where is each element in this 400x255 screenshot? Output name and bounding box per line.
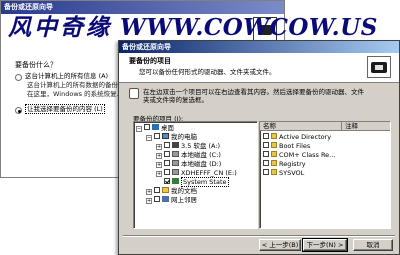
back-question-text: 要备份什么？ — [15, 61, 57, 69]
instruction-line-2: 夹或文件旁的复选框。 — [143, 96, 208, 104]
tree-item-system-state[interactable]: System State — [164, 177, 229, 187]
tree-item-label: 本地磁盘 (D:) — [181, 160, 222, 168]
dialog-header-subtitle: 您可以备份任何形式的驱动器、文件夹或文件。 — [139, 68, 276, 76]
list-item-label: Active Directory — [279, 133, 332, 141]
list-item-label: SYSVOL — [279, 169, 305, 177]
instruction-line-1: 在左边双击一个项目可以在右边查看其内容。然后选择要备份的驱动器、文件 — [143, 88, 364, 96]
tree-item-label: 我的文档 — [171, 187, 197, 195]
instruction-text: 在左边双击一个项目可以在右边查看其内容。然后选择要备份的驱动器、文件 夹或文件旁… — [143, 88, 393, 104]
network-places-icon — [162, 196, 169, 202]
floppy-icon — [172, 142, 179, 148]
backup-items-list[interactable]: 名称 注释 Active Directory Boot Files COM+ C… — [259, 121, 391, 229]
file-icon — [271, 160, 277, 166]
column-header-name[interactable]: 名称 — [260, 122, 342, 131]
list-item-registry[interactable]: Registry — [263, 160, 306, 168]
button-separator — [123, 235, 395, 237]
tree-expander[interactable]: + — [156, 171, 162, 177]
tree-expander[interactable]: + — [146, 198, 152, 204]
hard-drive-icon — [172, 151, 179, 157]
list-checkbox[interactable] — [263, 160, 269, 166]
desktop-icon — [152, 124, 159, 130]
tree-expander[interactable]: + — [156, 153, 162, 159]
tree-item-network[interactable]: + 网上邻居 — [146, 196, 197, 204]
hint-icon — [129, 88, 139, 99]
dialog-titlebar: 备份或还原向导 — [119, 41, 399, 53]
tree-expander[interactable]: + — [146, 189, 152, 195]
choose-items-label[interactable]: 让我选择要备份的内容 (L) — [25, 104, 105, 114]
dialog-header-title: 要备份的项目 — [129, 57, 171, 65]
tree-expander[interactable]: + — [156, 162, 162, 168]
cancel-button[interactable]: 取消 — [353, 239, 393, 251]
dialog-header-panel: 要备份的项目 您可以备份任何形式的驱动器、文件夹或文件。 — [119, 53, 399, 83]
tree-item-my-documents[interactable]: + 我的文档 — [146, 187, 197, 195]
tree-item-label: System State — [181, 177, 229, 187]
tree-item-label: 我的电脑 — [171, 133, 197, 141]
tree-checkbox[interactable] — [164, 160, 170, 166]
tree-item-label: XDHEFFF_CN (E:) — [181, 169, 237, 177]
list-item-label: Registry — [279, 160, 306, 168]
column-header-comment[interactable]: 注释 — [342, 122, 390, 131]
computer-icon — [162, 133, 169, 139]
file-icon — [271, 169, 277, 175]
tree-item-label: 3.5 软盘 (A:) — [181, 142, 221, 150]
tree-checkbox[interactable] — [164, 142, 170, 148]
file-icon — [271, 142, 277, 148]
list-item-sysvol[interactable]: SYSVOL — [263, 169, 304, 177]
backup-all-radio[interactable] — [15, 74, 22, 81]
watermark-overlay: 风中奇缘 WWW.COWCOW.US — [8, 8, 377, 41]
list-item-com-class[interactable]: COM+ Class Re... — [263, 151, 335, 159]
choose-items-text: 让我选择要备份的内容 (L) — [25, 104, 105, 114]
next-button[interactable]: 下一步(N) > — [302, 238, 348, 252]
hard-drive-icon — [172, 160, 179, 166]
tree-checkbox[interactable] — [164, 151, 170, 157]
tree-expander[interactable]: − — [146, 135, 152, 141]
list-checkbox[interactable] — [263, 169, 269, 175]
tree-expander[interactable]: − — [136, 126, 142, 132]
back-button[interactable]: < 上一步(B) — [259, 239, 301, 251]
list-item-active-directory[interactable]: Active Directory — [263, 133, 331, 141]
tree-checkbox[interactable] — [154, 196, 160, 202]
choose-items-radio[interactable] — [15, 107, 22, 114]
backup-all-label[interactable]: 这台计算机上的所有信息 (A) — [25, 72, 108, 81]
items-to-backup-dialog: 备份或还原向导 要备份的项目 您可以备份任何形式的驱动器、文件夹或文件。 在左边… — [118, 40, 400, 255]
system-state-icon — [172, 178, 179, 184]
list-checkbox[interactable] — [263, 151, 269, 157]
folder-icon — [162, 187, 169, 193]
tree-item-my-computer[interactable]: − 我的电脑 — [146, 133, 197, 141]
tree-checkbox[interactable] — [154, 133, 160, 139]
file-icon — [271, 133, 277, 139]
tree-item-label: 桌面 — [161, 124, 174, 132]
tree-item-drive-e[interactable]: + XDHEFFF_CN (E:) — [156, 169, 237, 177]
list-checkbox[interactable] — [263, 142, 269, 148]
tree-item-desktop[interactable]: − 桌面 — [136, 124, 174, 132]
tree-checkbox[interactable] — [144, 124, 150, 130]
tree-checkbox[interactable] — [154, 187, 160, 193]
tree-item-drive-d[interactable]: + 本地磁盘 (D:) — [156, 160, 221, 168]
list-checkbox[interactable] — [263, 133, 269, 139]
backup-all-desc2: 在这里，Windows 的系统恢复... — [27, 90, 123, 98]
file-icon — [271, 151, 277, 157]
tree-item-drive-c[interactable]: + 本地磁盘 (C:) — [156, 151, 221, 159]
watermark-url: WWW.COWCOW.US — [120, 14, 378, 41]
backup-all-desc1: 这台计算机上的所有数据的备份， — [27, 81, 125, 89]
tree-checkbox[interactable] — [164, 169, 170, 175]
list-item-boot-files[interactable]: Boot Files — [263, 142, 310, 150]
backup-device-icon — [367, 56, 391, 78]
tree-item-label: 本地磁盘 (C:) — [181, 151, 221, 159]
tree-item-label: 网上邻居 — [171, 196, 197, 204]
backup-items-tree[interactable]: − 桌面 − 我的电脑 +3.5 软盘 (A:) + 本地磁盘 (C:) + 本地磁盘 … — [133, 121, 258, 229]
cd-drive-icon — [172, 169, 179, 175]
tree-checkbox-checked[interactable] — [164, 178, 170, 184]
list-item-label: Boot Files — [279, 142, 311, 150]
tree-item-floppy[interactable]: +3.5 软盘 (A:) — [156, 142, 220, 150]
list-item-label: COM+ Class Re... — [279, 151, 336, 159]
tree-expander[interactable]: + — [156, 144, 162, 150]
watermark-chinese: 风中奇缘 — [8, 14, 112, 41]
